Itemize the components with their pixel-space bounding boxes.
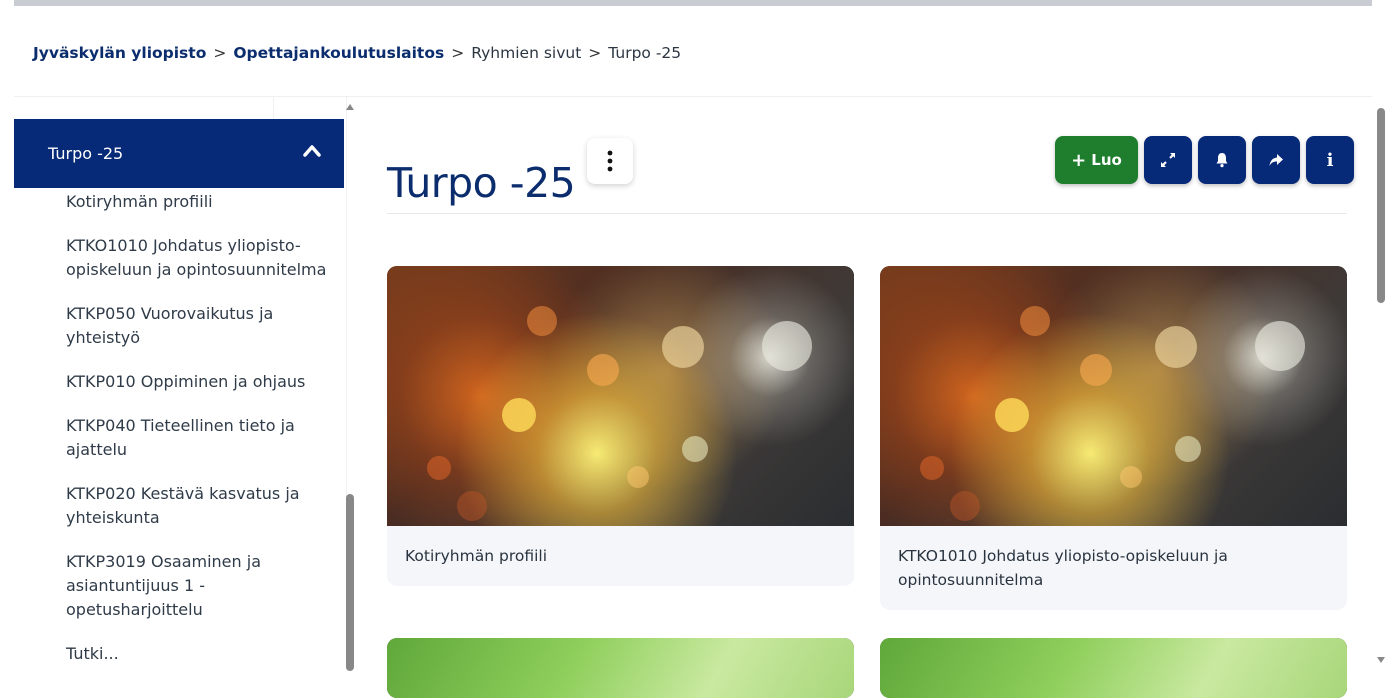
breadcrumb: Jyväskylän yliopisto > Opettajankoulutusla… [33,44,681,62]
breadcrumb-link-department[interactable]: Opettajankoulutuslaitos [233,44,444,62]
share-button[interactable] [1252,136,1300,184]
sidebar-divider [273,97,274,119]
sidebar-item-ktkp3019[interactable]: KTKP3019 Osaaminen ja asiantuntijuus 1 -… [66,550,338,622]
info-icon: i [1326,149,1334,171]
create-button-label: Luo [1091,151,1122,169]
sidebar-header-title: Turpo -25 [48,144,124,163]
content-card[interactable]: Kotiryhmän profiili [387,266,854,586]
expand-button[interactable] [1144,136,1192,184]
sidebar-nav-list: Kotiryhmän profiili KTKO1010 Johdatus yl… [66,190,338,686]
card-caption: Kotiryhmän profiili [405,547,548,565]
sidebar-item-kotiryhman-profiili[interactable]: Kotiryhmän profiili [66,190,338,214]
content-card[interactable] [880,638,1347,698]
sidebar-item-ktkp010[interactable]: KTKP010 Oppiminen ja ohjaus [66,370,338,394]
share-arrow-icon [1269,154,1283,166]
sidebar-header[interactable]: Turpo -25 [14,119,344,188]
create-button[interactable]: + Luo [1055,136,1138,184]
page-scrollbar-thumb[interactable] [1377,108,1385,303]
content-card[interactable] [387,638,854,698]
notifications-button[interactable] [1198,136,1246,184]
breadcrumb-separator: > [588,44,602,62]
info-button[interactable]: i [1306,136,1354,184]
kebab-menu-icon [607,150,613,172]
plus-icon: + [1071,149,1087,171]
top-bar [14,0,1372,6]
page-title: Turpo -25 [387,159,576,208]
page-scroll-down-arrow[interactable] [1377,657,1385,663]
page-options-button[interactable] [587,138,633,184]
breadcrumb-separator: > [451,44,465,62]
sidebar-scrollbar-thumb[interactable] [346,494,354,671]
content-card[interactable]: KTKO1010 Johdatus yliopisto-opiskeluun j… [880,266,1347,610]
page-actions-toolbar: + Luo i [1055,136,1354,184]
expand-icon [1161,153,1175,167]
sidebar-item-ktkp050[interactable]: KTKP050 Vuorovaikutus ja yhteistyö [66,302,338,350]
bell-icon [1216,153,1228,168]
sidebar-item-ktko1010[interactable]: KTKO1010 Johdatus yliopisto-opiskeluun j… [66,234,338,282]
sidebar-item-truncated[interactable]: Tutki... [66,642,338,666]
chevron-up-icon[interactable] [302,142,322,160]
card-image-green [880,638,1347,698]
card-caption: KTKO1010 Johdatus yliopisto-opiskeluun j… [898,547,1228,589]
breadcrumb-link-university[interactable]: Jyväskylän yliopisto [33,44,206,62]
title-divider [387,213,1347,214]
sidebar-scroll-up-arrow[interactable] [346,104,354,110]
card-image-bokeh [880,266,1347,526]
breadcrumb-current: Turpo -25 [608,44,682,62]
card-image-bokeh [387,266,854,526]
card-image-green [387,638,854,698]
breadcrumb-link-group-pages[interactable]: Ryhmien sivut [471,44,581,62]
sidebar-item-ktkp040[interactable]: KTKP040 Tieteellinen tieto ja ajattelu [66,414,338,462]
breadcrumb-separator: > [213,44,227,62]
sidebar-item-ktkp020[interactable]: KTKP020 Kestävä kasvatus ja yhteiskunta [66,482,338,530]
